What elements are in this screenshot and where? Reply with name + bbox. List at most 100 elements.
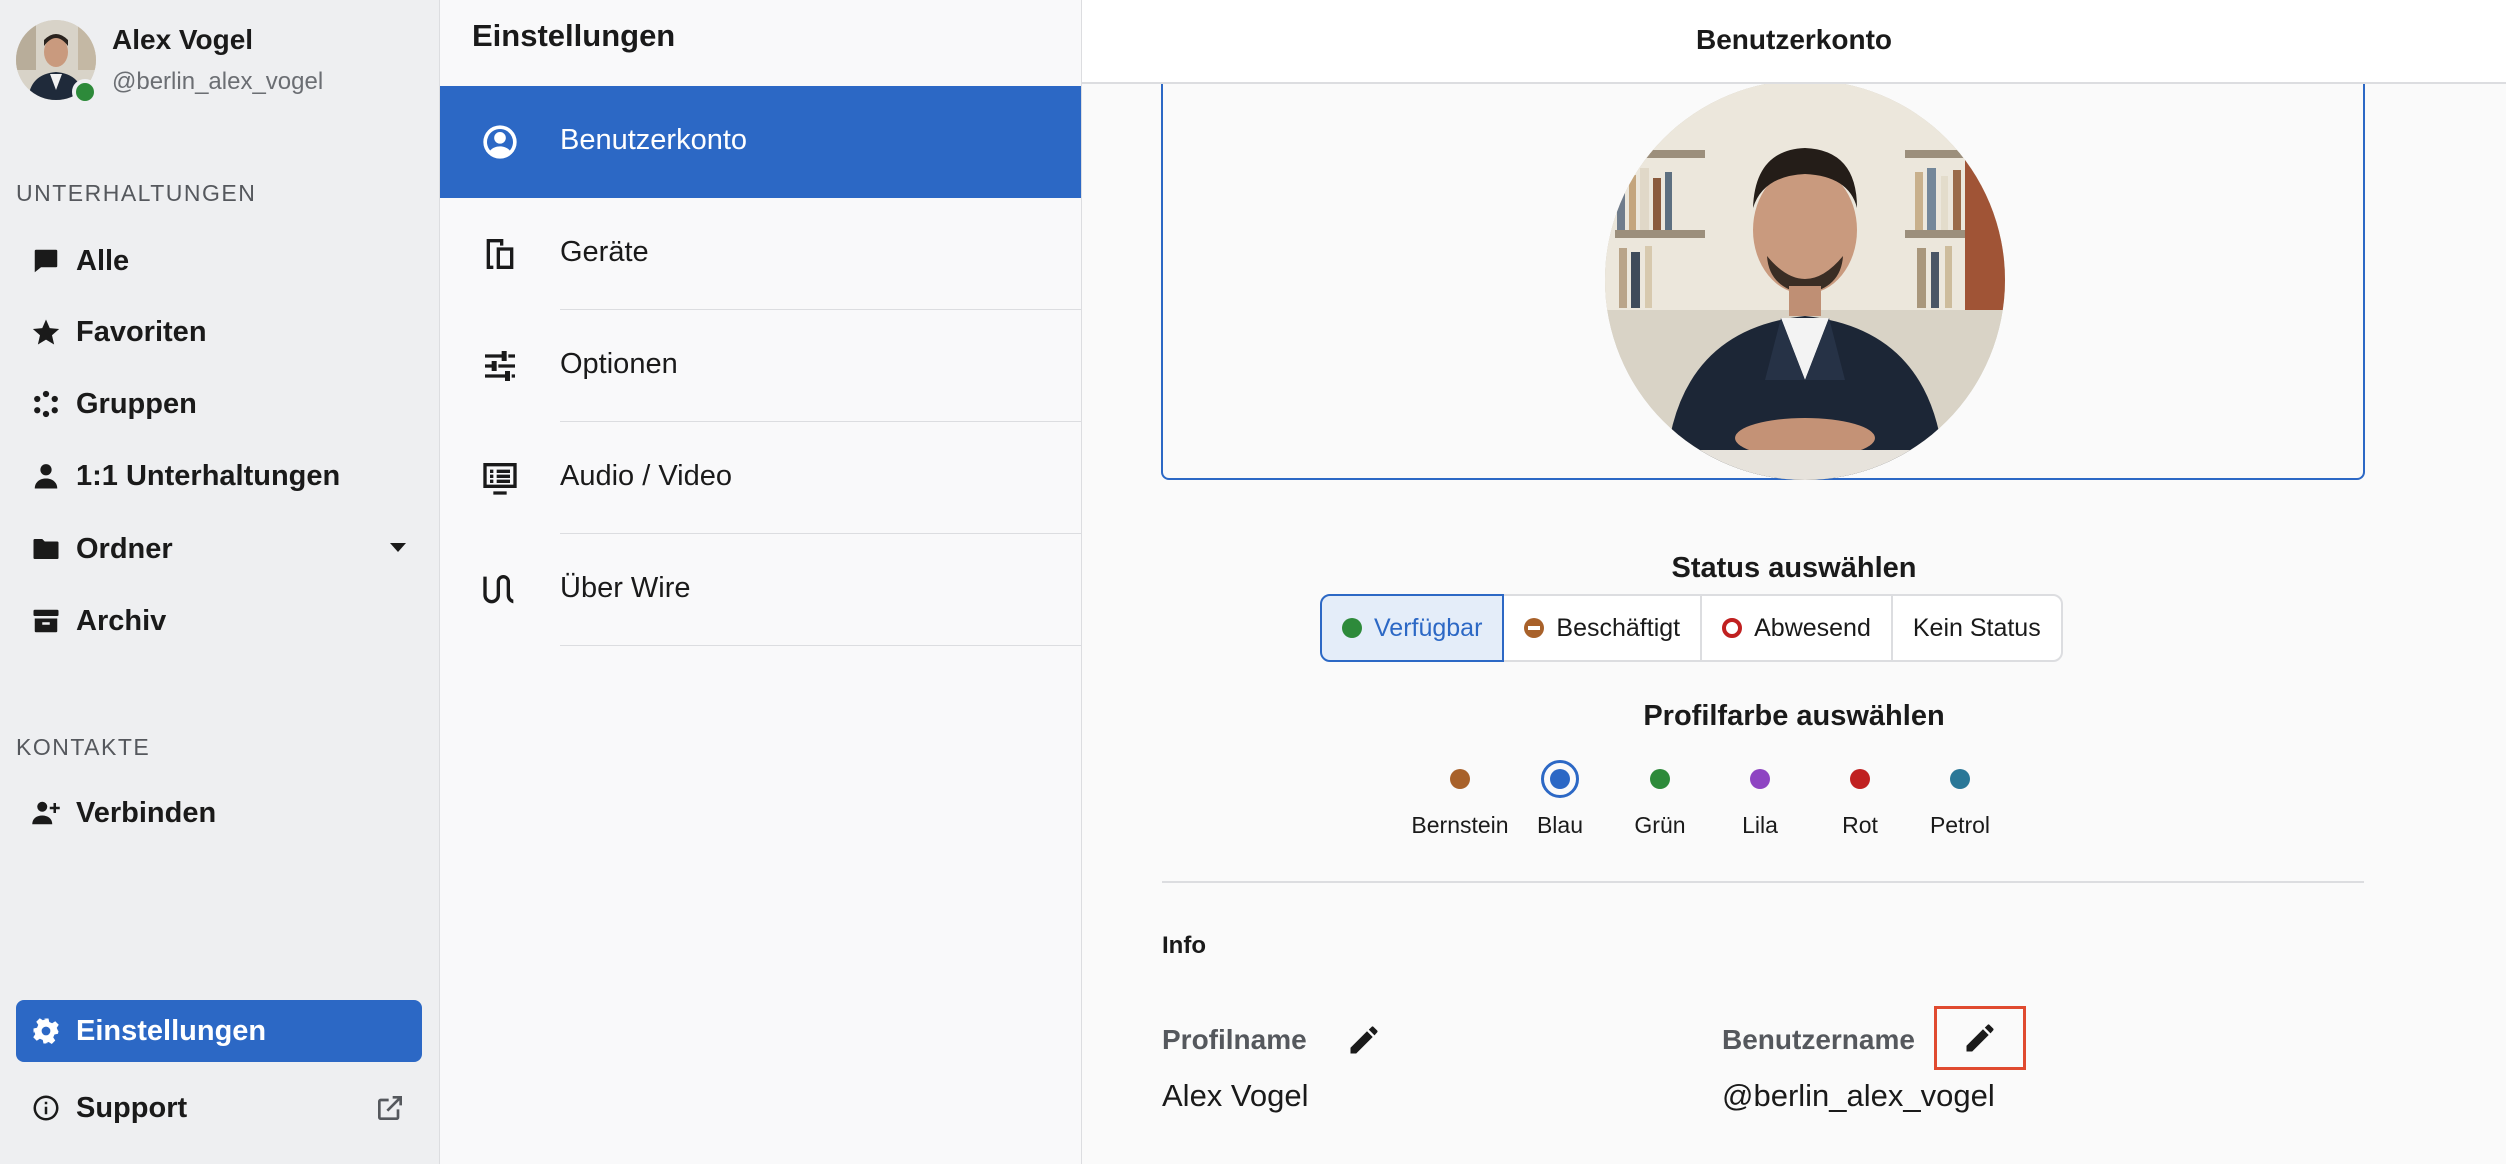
- sidebar-item-support[interactable]: Support: [16, 1078, 422, 1138]
- sidebar-item-einzelgespraeche[interactable]: 1:1 Unterhaltungen: [16, 446, 422, 506]
- color-option-petrol[interactable]: Petrol: [1910, 760, 2010, 839]
- color-swatch: [1450, 769, 1470, 789]
- status-option-label: Abwesend: [1754, 613, 1871, 642]
- folder-icon: [16, 534, 76, 564]
- color-option-label: Blau: [1536, 812, 1584, 838]
- gear-icon: [16, 1016, 76, 1046]
- color-option-rot[interactable]: Rot: [1810, 760, 1910, 839]
- main-panel: Benutzerkonto Status auswählen Verfügbar…: [1082, 0, 2506, 1164]
- status-away-icon: [1722, 618, 1743, 638]
- settings-title: Einstellungen: [472, 18, 676, 53]
- status-selector: Verfügbar Beschäftigt Abwesend Kein Stat…: [1320, 594, 2063, 662]
- status-option-label: Verfügbar: [1374, 613, 1483, 642]
- sidebar-item-archiv[interactable]: Archiv: [16, 591, 422, 651]
- sidebar-item-label: Favoriten: [76, 315, 207, 348]
- color-option-lila[interactable]: Lila: [1710, 760, 1810, 839]
- account-circle-icon: [480, 122, 520, 162]
- sidebar-item-label: Support: [76, 1091, 188, 1124]
- sidebar-item-label: Alle: [76, 244, 130, 277]
- color-swatch: [1750, 769, 1770, 789]
- color-option-blau[interactable]: Blau: [1510, 760, 1610, 839]
- settings-item-benutzerkonto[interactable]: Benutzerkonto: [440, 86, 1081, 198]
- main-header: Benutzerkonto: [1082, 0, 2506, 84]
- divider: [1162, 881, 2364, 883]
- color-option-bernstein[interactable]: Bernstein: [1410, 760, 1510, 839]
- profile-photo-area[interactable]: [1161, 40, 2365, 480]
- star-icon: [16, 317, 76, 347]
- sidebar-item-label: Gruppen: [76, 387, 197, 420]
- profile-name-value: Alex Vogel: [1162, 1078, 1309, 1113]
- color-picker: Bernstein Blau Grün Lila Rot Petrol: [1410, 760, 2010, 839]
- settings-item-label: Optionen: [560, 348, 678, 380]
- archive-icon: [16, 606, 76, 636]
- profile-picture[interactable]: [1605, 80, 2005, 480]
- settings-item-label: Benutzerkonto: [560, 124, 748, 156]
- settings-item-geraete[interactable]: Geräte: [440, 198, 1081, 310]
- settings-item-optionen[interactable]: Optionen: [440, 310, 1081, 422]
- left-sidebar: Alex Vogel @berlin_alex_vogel UNTERHALTU…: [0, 0, 440, 1164]
- username-value: @berlin_alex_vogel: [1722, 1078, 1995, 1113]
- contacts-section-label: KONTAKTE: [16, 734, 151, 760]
- availability-dot: [72, 79, 98, 105]
- add-person-icon: [16, 798, 76, 828]
- chat-bubble-icon: [16, 246, 76, 276]
- settings-item-ueber-wire[interactable]: Über Wire: [440, 534, 1081, 646]
- sidebar-item-gruppen[interactable]: Gruppen: [16, 374, 422, 434]
- status-option-available[interactable]: Verfügbar: [1320, 594, 1505, 662]
- sidebar-item-label: Archiv: [76, 604, 167, 637]
- info-section-label: Info: [1162, 932, 1206, 959]
- sidebar-item-ordner[interactable]: Ordner: [16, 519, 422, 579]
- sidebar-item-label: Ordner: [76, 532, 173, 565]
- profile-name-label: Profilname: [1162, 1024, 1307, 1055]
- settings-item-label: Über Wire: [560, 572, 691, 604]
- user-handle: @berlin_alex_vogel: [112, 68, 324, 95]
- username-label: Benutzername: [1722, 1024, 1915, 1055]
- color-swatch: [1850, 769, 1870, 789]
- profile-photo: [1605, 80, 2005, 480]
- color-heading: Profilfarbe auswählen: [1643, 700, 1945, 732]
- av-icon: [480, 458, 520, 498]
- color-option-gruen[interactable]: Grün: [1610, 760, 1710, 839]
- user-profile[interactable]: Alex Vogel @berlin_alex_vogel: [16, 20, 436, 105]
- user-name: Alex Vogel: [112, 24, 254, 55]
- conversations-section-label: UNTERHALTUNGEN: [16, 180, 257, 206]
- edit-profile-name-button[interactable]: [1338, 1014, 1390, 1066]
- status-option-busy[interactable]: Beschäftigt: [1502, 594, 1703, 662]
- person-icon: [16, 461, 76, 491]
- sidebar-item-verbinden[interactable]: Verbinden: [16, 783, 422, 843]
- color-swatch: [1650, 769, 1670, 789]
- pencil-icon: [1350, 1026, 1378, 1054]
- edit-username-button[interactable]: [1934, 1006, 2026, 1070]
- color-option-label: Rot: [1842, 812, 1878, 838]
- sidebar-item-favoriten[interactable]: Favoriten: [16, 302, 422, 362]
- color-swatch: [1950, 769, 1970, 789]
- sidebar-item-label: Verbinden: [76, 796, 217, 829]
- status-busy-icon: [1524, 618, 1545, 638]
- settings-item-audio-video[interactable]: Audio / Video: [440, 422, 1081, 534]
- page-title: Benutzerkonto: [1696, 24, 1892, 55]
- status-available-icon: [1342, 618, 1362, 638]
- external-link-icon: [374, 1092, 406, 1124]
- wire-logo-icon: [480, 570, 520, 610]
- sidebar-item-alle[interactable]: Alle: [16, 231, 422, 291]
- sidebar-item-label: 1:1 Unterhaltungen: [76, 459, 341, 492]
- sidebar-item-label: Einstellungen: [76, 1014, 267, 1047]
- divider: [560, 645, 1081, 646]
- sidebar-item-einstellungen[interactable]: Einstellungen: [16, 1000, 422, 1062]
- settings-column: Einstellungen Benutzerkonto Geräte Optio…: [440, 0, 1082, 1164]
- status-option-none[interactable]: Kein Status: [1890, 594, 2063, 662]
- sliders-icon: [480, 346, 520, 386]
- color-option-label: Petrol: [1929, 812, 1991, 838]
- color-option-label: Bernstein: [1411, 812, 1509, 838]
- color-option-label: Grün: [1634, 812, 1686, 838]
- settings-item-label: Audio / Video: [560, 460, 732, 492]
- status-option-label: Beschäftigt: [1556, 613, 1681, 642]
- status-option-away[interactable]: Abwesend: [1700, 594, 1893, 662]
- settings-item-label: Geräte: [560, 236, 649, 268]
- chevron-down-icon[interactable]: [390, 543, 406, 552]
- pencil-icon: [1966, 1024, 1994, 1052]
- color-option-label: Lila: [1742, 812, 1778, 838]
- color-swatch: [1550, 769, 1570, 789]
- devices-icon: [480, 234, 520, 274]
- group-dots-icon: [16, 389, 76, 419]
